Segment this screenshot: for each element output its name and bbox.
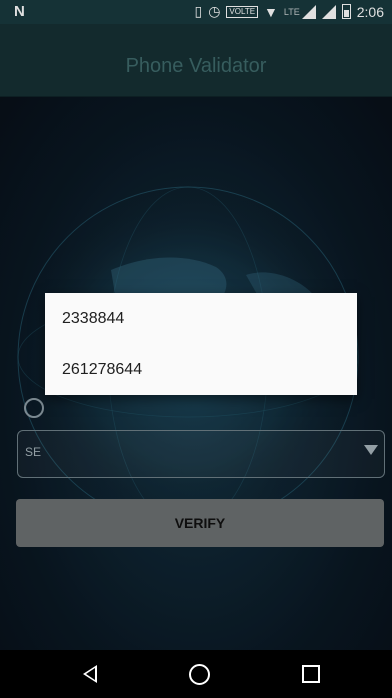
navigation-bar [0,650,392,698]
number-picker-dialog: 2338844 261278644 [45,293,357,395]
recent-apps-icon[interactable] [302,665,320,683]
dialog-item-1[interactable]: 2338844 [45,293,357,344]
dialog-item-2[interactable]: 261278644 [45,344,357,395]
home-icon[interactable] [189,664,210,685]
back-icon[interactable] [83,665,97,683]
